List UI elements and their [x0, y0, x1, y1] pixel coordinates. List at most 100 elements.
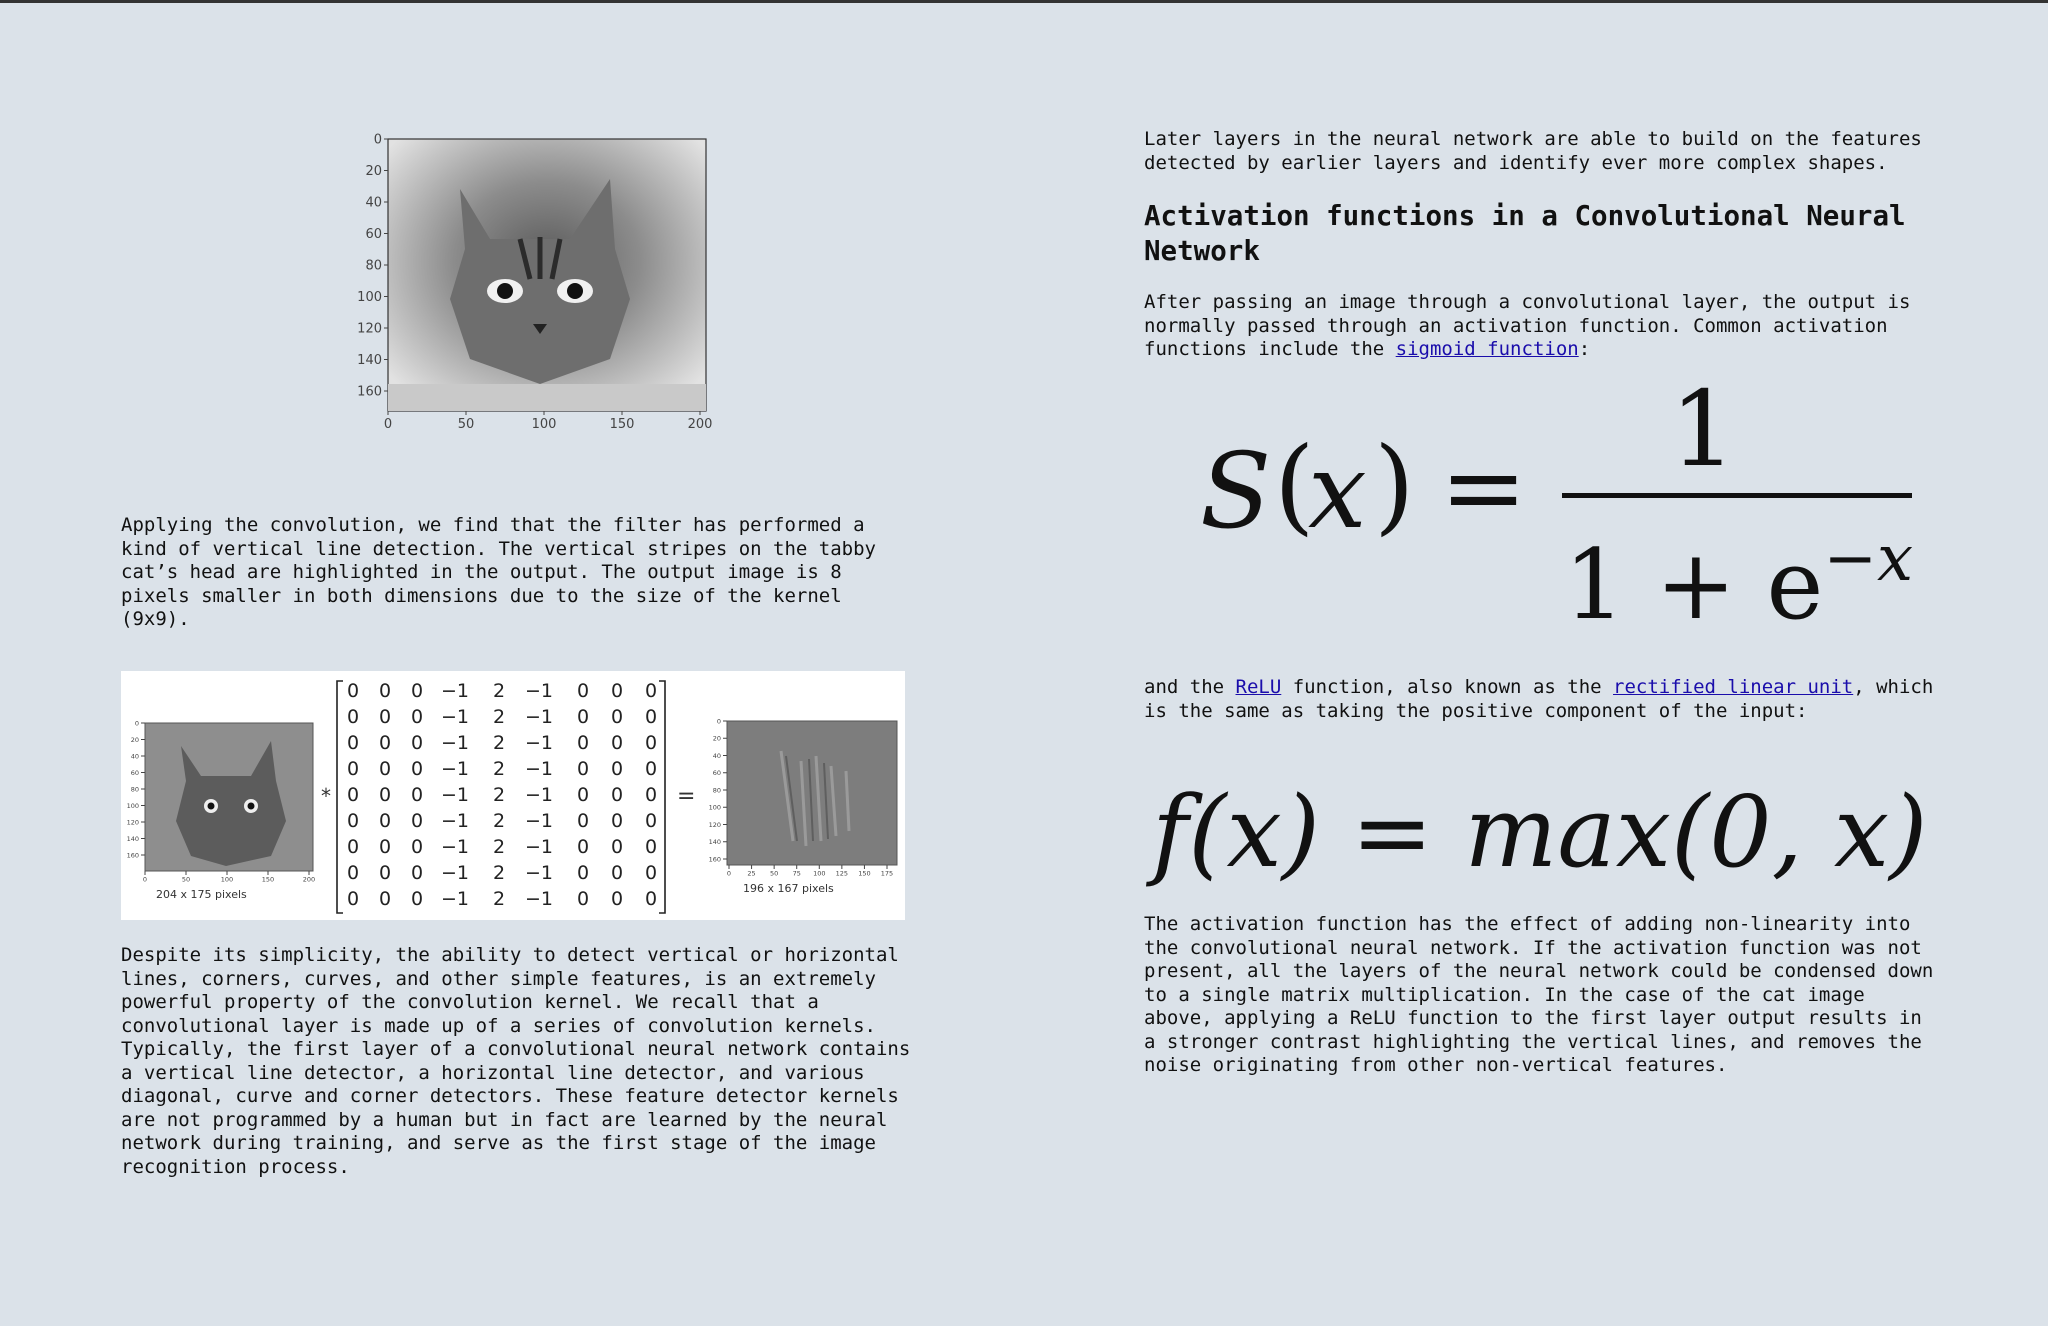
input-y-tick-label: 60: [131, 769, 139, 777]
output-y-tick-label: 40: [713, 752, 721, 760]
output-x-tick-label: 50: [770, 870, 778, 878]
output-x-tick-label: 0: [727, 870, 731, 878]
input-y-tick-label: 120: [127, 818, 139, 826]
kernel-cell: 0: [577, 784, 589, 806]
kernel-cell: 0: [347, 784, 359, 806]
kernel-cell: −1: [525, 888, 553, 910]
input-y-tick-label: 0: [135, 719, 139, 727]
cat-y-tick-label: 160: [357, 385, 382, 400]
sigmoid-fraction-bar: [1562, 493, 1912, 498]
output-x-tick-label: 175: [881, 870, 893, 878]
kernel-cell: 0: [411, 680, 423, 702]
output-x-tick-label: 75: [793, 870, 801, 878]
output-y-tick-label: 60: [713, 769, 721, 777]
output-caption: 196 x 167 pixels: [743, 882, 834, 895]
kernel-cell: 0: [577, 862, 589, 884]
kernel-cell: −1: [525, 732, 553, 754]
rectified-linear-unit-link[interactable]: rectified linear unit: [1613, 676, 1853, 698]
input-y-tick-label: 20: [131, 736, 139, 744]
convolution-figure: 0 20 40 60 80 100 120 140 160 0 50 100 150 200 204 x…: [121, 671, 905, 920]
kernel-cell: −1: [525, 862, 553, 884]
kernel-cell: 0: [645, 836, 657, 858]
kernel-cell: −1: [441, 680, 469, 702]
paragraph-relu-intro: and the ReLU function, also known as the…: [1144, 676, 1934, 723]
output-y-tick-label: 20: [713, 735, 721, 743]
kernel-cell: 0: [577, 810, 589, 832]
kernel-cell: 0: [611, 836, 623, 858]
output-y-ticks: 0 20 40 60 80 100 120 140 160: [709, 717, 727, 863]
output-x-tick-label: 150: [858, 870, 870, 878]
kernel-cell: 0: [411, 706, 423, 728]
paragraph-kernel-properties: Despite its simplicity, the ability to d…: [121, 944, 922, 1178]
kernel-cell: 0: [379, 888, 391, 910]
sigmoid-intro-colon: :: [1578, 338, 1591, 360]
input-y-tick-label: 140: [127, 835, 139, 843]
paragraph-later-layers: Later layers in the neural network are a…: [1144, 128, 1934, 174]
kernel-cell: 0: [411, 888, 423, 910]
kernel-cell: 2: [493, 758, 505, 780]
kernel-cell: 0: [379, 784, 391, 806]
input-y-ticks: 0 20 40 60 80 100 120 140 160: [127, 719, 145, 859]
kernel-cell: −1: [441, 732, 469, 754]
kernel-cell: 0: [379, 706, 391, 728]
output-y-tick-label: 100: [709, 804, 721, 812]
output-y-tick-label: 0: [717, 717, 721, 725]
kernel-cell: 2: [493, 732, 505, 754]
cat-y-tick-label: 80: [365, 259, 382, 274]
kernel-cell: 0: [577, 732, 589, 754]
kernel-cell: 0: [611, 732, 623, 754]
relu-link[interactable]: ReLU: [1236, 676, 1282, 698]
kernel-cell: −1: [525, 758, 553, 780]
kernel-cell: 0: [611, 784, 623, 806]
kernel-cell: 0: [645, 732, 657, 754]
cat-y-tick-label: 0: [374, 133, 382, 148]
paragraph-activation-effect: The activation function has the effect o…: [1144, 913, 1945, 1076]
cat-y-tick-label: 20: [365, 164, 382, 179]
kernel-cell: 2: [493, 680, 505, 702]
kernel-cell: 0: [379, 732, 391, 754]
kernel-cell: 0: [577, 888, 589, 910]
kernel-cell: 0: [645, 758, 657, 780]
kernel-cell: 2: [493, 784, 505, 806]
kernel-cell: 0: [577, 758, 589, 780]
kernel-cell: −1: [441, 784, 469, 806]
kernel-cell: 0: [411, 784, 423, 806]
kernel-cell: 0: [347, 732, 359, 754]
kernel-cell: 0: [411, 810, 423, 832]
kernel-cell: 0: [645, 888, 657, 910]
sigmoid-denominator-base: 1 + e: [1564, 529, 1824, 641]
sigmoid-denominator: 1 + e−x: [1564, 501, 1913, 643]
kernel-cell: −1: [525, 784, 553, 806]
kernel-cell: 2: [493, 888, 505, 910]
cat-x-tick-label: 0: [384, 417, 392, 432]
sigmoid-function-link[interactable]: sigmoid function: [1396, 338, 1579, 360]
output-y-tick-label: 80: [713, 786, 721, 794]
kernel-cell: 0: [411, 758, 423, 780]
convolution-figure-svg: 020406080100120140160 0 50 100 150 200 204 x…: [127, 680, 898, 914]
relu-intro-text-2: function, also known as the: [1281, 676, 1614, 698]
output-y-tick-label: 120: [709, 821, 721, 829]
kernel-cell: 0: [611, 862, 623, 884]
kernel-cell: 0: [611, 680, 623, 702]
kernel-cell: 0: [379, 836, 391, 858]
kernel-cell: −1: [525, 810, 553, 832]
cat-plot: 0 20 40 60 80 100 120 140 160 0 50 100 150 200: [340, 129, 720, 439]
sigmoid-lhs-close-paren: ): [1374, 424, 1415, 546]
kernel-cell: 2: [493, 836, 505, 858]
kernel-cell: 2: [493, 706, 505, 728]
paragraph-convolution-result: Applying the convolution, we find that t…: [121, 514, 888, 630]
kernel-cell: 0: [379, 810, 391, 832]
kernel-cell: −1: [525, 836, 553, 858]
sigmoid-denominator-exponent: −x: [1823, 522, 1914, 596]
output-x-tick-label: 25: [747, 870, 755, 878]
kernel-matrix: 0 0 0 −1 2 −1 0 0 00 0 0 −1 2 −1 0 0 00 0 0 −1 2 −1 0 0 00 0 0 −1 2−…: [336, 680, 666, 914]
kernel-cell: 0: [611, 888, 623, 910]
output-y-tick-label: 160: [709, 855, 721, 863]
sigmoid-lhs-S: S: [1200, 430, 1272, 552]
kernel-cell: −1: [441, 862, 469, 884]
paragraph-sigmoid-intro: After passing an image through a convolu…: [1144, 291, 1934, 362]
input-x-ticks: 0 50 100 150 200: [143, 871, 315, 884]
input-x-tick-label: 0: [143, 876, 147, 884]
kernel-cell: 0: [611, 706, 623, 728]
input-y-tick-label: 100: [127, 802, 139, 810]
